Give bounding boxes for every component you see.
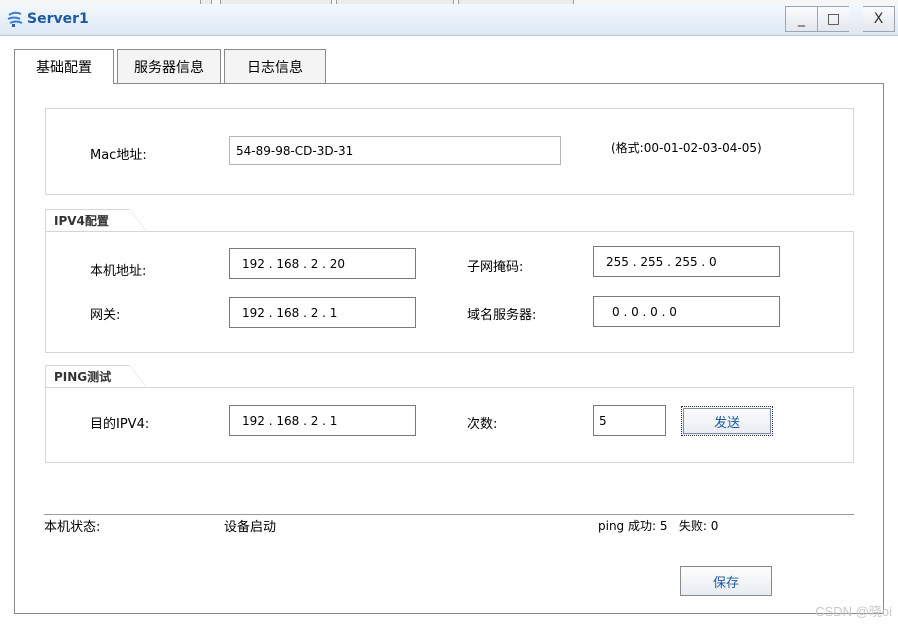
subnet-mask-input[interactable]: 255 . 255 . 255 . 0 [593,246,780,277]
title-bar[interactable]: Server1 _ □ X [0,4,898,36]
window-title: Server1 [27,11,89,27]
watermark: CSDN @晓oi [815,604,892,619]
tab-server-info[interactable]: 服务器信息 [117,49,221,83]
local-ip-input[interactable]: 192 . 168 . 2 . 20 [229,248,416,279]
dns-server-label: 域名服务器: [467,308,537,323]
ping-result: ping 成功: 5 失败: 0 [598,519,719,533]
config-panel: Mac地址: 54-89-98-CD-3D-31 (格式:00-01-02-03… [14,83,884,614]
server-icon [7,11,23,27]
ping-count-label: 次数: [467,417,498,432]
dns-server-input[interactable]: 0 . 0 . 0 . 0 [593,296,780,327]
gateway-input[interactable]: 192 . 168 . 2 . 1 [229,297,416,328]
close-button[interactable]: X [863,6,895,32]
maximize-button[interactable]: □ [817,6,849,32]
mac-label: Mac地址: [90,148,147,163]
mac-address-input[interactable]: 54-89-98-CD-3D-31 [229,136,561,165]
send-button[interactable]: 发送 [681,406,773,436]
status-divider [44,514,854,515]
mac-format-hint: (格式:00-01-02-03-04-05) [611,141,762,155]
ipv4-group-title: IPV4配置 [45,209,147,232]
ping-count-input[interactable]: 5 [593,405,666,436]
minimize-button[interactable]: _ [785,6,817,32]
status-label: 本机状态: [44,520,101,535]
gateway-label: 网关: [90,308,121,323]
tab-log-info[interactable]: 日志信息 [224,49,326,83]
ping-target-input[interactable]: 192 . 168 . 2 . 1 [229,405,416,436]
tab-basic-config[interactable]: 基础配置 [14,49,114,84]
status-value: 设备启动 [224,520,277,535]
ping-group-title: PING测试 [45,365,147,388]
ping-target-label: 目的IPV4: [90,417,150,432]
subnet-mask-label: 子网掩码: [467,260,524,275]
save-button[interactable]: 保存 [680,566,772,596]
local-ip-label: 本机地址: [90,264,147,279]
